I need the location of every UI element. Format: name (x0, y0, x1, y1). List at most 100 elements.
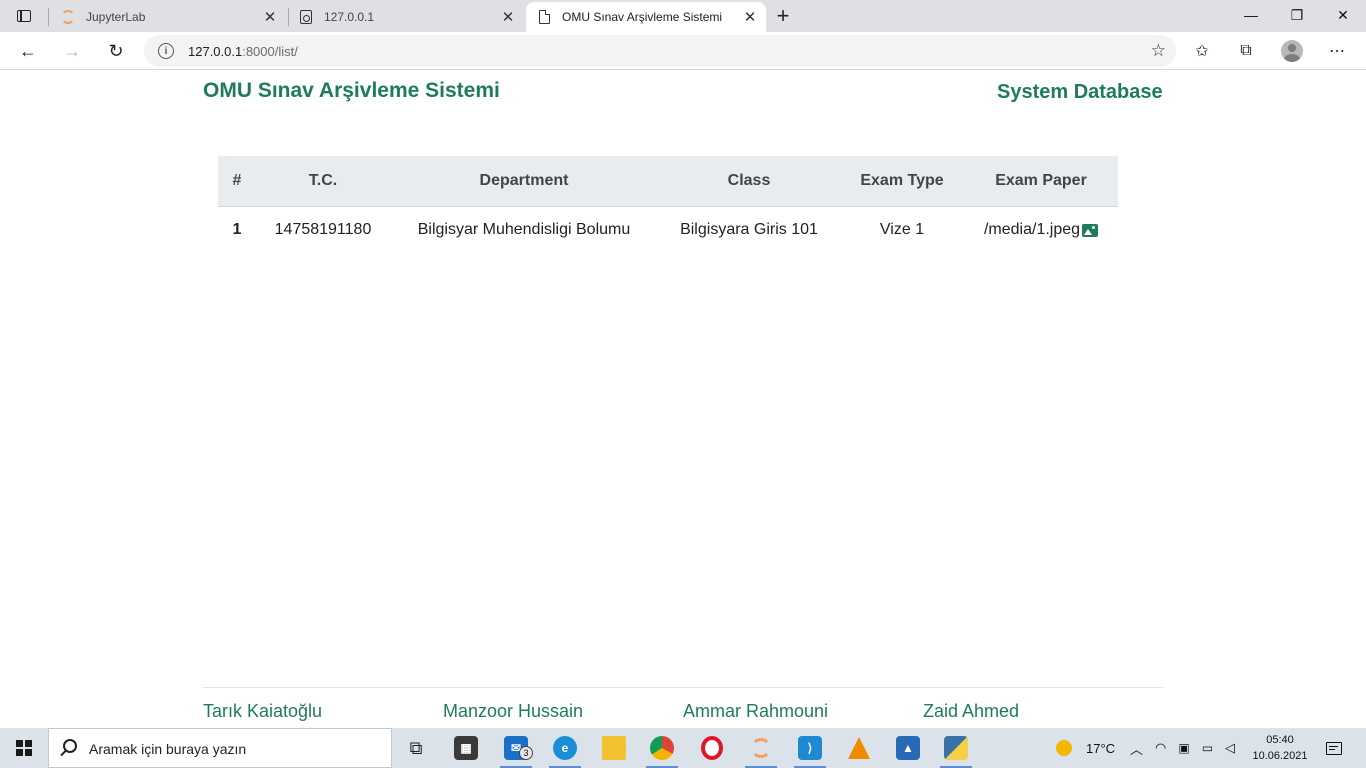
windows-logo-icon (16, 740, 32, 756)
taskbar-store[interactable]: ▦ (444, 728, 488, 768)
forward-button[interactable]: → (57, 36, 87, 66)
battery-icon[interactable]: ▭ (1202, 741, 1213, 755)
footer-name-2: Manzoor Hussain (443, 701, 584, 721)
image-icon[interactable] (1082, 223, 1099, 237)
minimize-button[interactable]: — (1228, 0, 1274, 30)
url-text[interactable]: 127.0.0.1:8000/list/ (188, 44, 298, 59)
tab-actions-button[interactable] (8, 4, 40, 28)
new-tab-button[interactable]: + (770, 3, 796, 28)
header-class: Class (727, 171, 771, 189)
vscode-icon: ⟩ (798, 736, 822, 760)
taskbar-clock[interactable]: 05:40 10.06.2021 (1250, 732, 1310, 764)
taskbar-vlc[interactable] (837, 728, 881, 768)
close-tab-icon[interactable]: ✕ (260, 7, 280, 27)
close-tab-icon[interactable]: ✕ (740, 7, 760, 27)
python-icon (944, 736, 968, 760)
taskbar-jupyter[interactable] (739, 728, 783, 768)
pdf-document-icon (298, 9, 314, 25)
minimize-icon: — (1244, 7, 1258, 23)
system-database-link[interactable]: System Database (997, 81, 1163, 104)
windows-taskbar: Aramak için buraya yazın ⧉ ▦ ✉ 3 e ⟩ ▲ 1… (0, 728, 1366, 768)
plus-icon: + (776, 3, 790, 28)
search-placeholder: Aramak için buraya yazın (89, 741, 247, 757)
footer-name-3: Ammar Rahmouni (683, 701, 829, 721)
clock-date: 10.06.2021 (1252, 750, 1308, 762)
back-button[interactable]: ← (13, 36, 43, 66)
jupyter-icon (749, 736, 773, 760)
sun-icon (1056, 740, 1072, 756)
tab-omu-archive[interactable]: OMU Sınav Arşivleme Sistemi ✕ (526, 2, 766, 32)
task-view-button[interactable]: ⧉ (394, 728, 438, 768)
header-exam-paper: Exam Paper (995, 171, 1087, 189)
notifications-button[interactable] (1318, 728, 1350, 768)
url-path: :8000/list/ (242, 44, 298, 59)
collections-button[interactable]: ⧉ (1231, 36, 1261, 66)
arrow-right-icon: → (63, 40, 81, 61)
header-index: # (232, 171, 242, 189)
restore-button[interactable]: ❐ (1274, 0, 1320, 30)
more-options-icon: ⋯ (1329, 43, 1345, 60)
chrome-icon (650, 736, 674, 760)
footer-name-1: Tarık Kaiatoğlu (203, 701, 323, 721)
search-icon (63, 739, 77, 753)
taskbar-photos[interactable]: ▲ (886, 728, 930, 768)
window-controls: — ❐ ✕ (1228, 0, 1366, 30)
add-favorite-icon[interactable]: ☆ (1151, 41, 1166, 61)
meet-now-icon[interactable]: ▣ (1178, 741, 1189, 755)
address-bar[interactable]: i 127.0.0.1:8000/list/ ☆ (144, 35, 1176, 67)
weather-widget[interactable]: 17°C (1056, 728, 1115, 768)
jupyter-icon (60, 9, 76, 25)
row-exam-paper: /media/1.jpeg (964, 206, 1118, 254)
wifi-icon[interactable]: ◠ (1155, 740, 1166, 756)
header-exam-type: Exam Type (860, 171, 944, 189)
site-brand[interactable]: OMU Sınav Arşivleme Sistemi (203, 79, 500, 103)
close-tab-icon[interactable]: ✕ (498, 7, 518, 27)
row-class: Bilgisyara Giris 101 (680, 221, 818, 239)
exam-table: # T.C. Department Class Exam Type Exam P… (218, 156, 1118, 254)
clock-time: 05:40 (1266, 734, 1294, 746)
notification-icon (1326, 741, 1342, 755)
refresh-button[interactable]: ↻ (101, 36, 131, 66)
taskbar-search-box[interactable]: Aramak için buraya yazın (48, 728, 392, 768)
mail-badge: 3 (519, 746, 533, 760)
close-icon: ✕ (1337, 6, 1349, 23)
store-icon: ▦ (454, 736, 478, 760)
web-page: OMU Sınav Arşivleme Sistemi System Datab… (0, 71, 1366, 728)
tab-separator (48, 8, 49, 26)
table-row: 1 14758191180 Bilgisyar Muhendisligi Bol… (218, 206, 1118, 254)
taskbar-mail[interactable]: ✉ 3 (494, 728, 538, 768)
taskbar-opera[interactable] (690, 728, 734, 768)
avatar (1281, 40, 1303, 62)
url-host: 127.0.0.1 (188, 44, 243, 59)
tab-local-pdf[interactable]: 127.0.0.1 ✕ (288, 2, 524, 32)
site-info-icon[interactable]: i (158, 43, 174, 59)
settings-menu-button[interactable]: ⋯ (1322, 36, 1352, 66)
photos-icon: ▲ (896, 736, 920, 760)
header-department: Department (479, 171, 569, 189)
profile-button[interactable] (1277, 36, 1307, 66)
row-exam-type: Vize 1 (879, 221, 925, 239)
taskbar-chrome[interactable] (640, 728, 684, 768)
chevron-up-icon[interactable]: ︿ (1130, 739, 1143, 758)
taskbar-vscode[interactable]: ⟩ (788, 728, 832, 768)
taskbar-edge[interactable]: e (543, 728, 587, 768)
close-window-button[interactable]: ✕ (1320, 0, 1366, 30)
tab-jupyterlab[interactable]: JupyterLab ✕ (50, 2, 286, 32)
taskbar-python[interactable] (934, 728, 978, 768)
browser-tab-strip: JupyterLab ✕ 127.0.0.1 ✕ OMU Sınav Arşiv… (0, 0, 1366, 32)
header-tc: T.C. (308, 171, 338, 189)
browser-toolbar: ← → ↻ i 127.0.0.1:8000/list/ ☆ ✩ ⧉ ⋯ (0, 32, 1366, 70)
favorites-list-icon: ✩ (1195, 43, 1209, 60)
exam-paper-link[interactable]: /media/1.jpeg (984, 221, 1099, 239)
row-department: Bilgisyar Muhendisligi Bolumu (417, 221, 631, 239)
taskbar-file-explorer[interactable] (592, 728, 636, 768)
volume-icon[interactable]: ◁ (1225, 740, 1235, 756)
row-tc: 14758191180 (274, 221, 372, 239)
footer-divider (203, 687, 1163, 688)
favorites-button[interactable]: ✩ (1187, 36, 1217, 66)
page-icon (536, 9, 552, 25)
system-tray: ︿ ◠ ▣ ▭ ◁ (1130, 728, 1235, 768)
start-button[interactable] (0, 728, 48, 768)
tab-actions-icon (17, 10, 31, 22)
footer-name-4: Zaid Ahmed (923, 701, 1020, 721)
